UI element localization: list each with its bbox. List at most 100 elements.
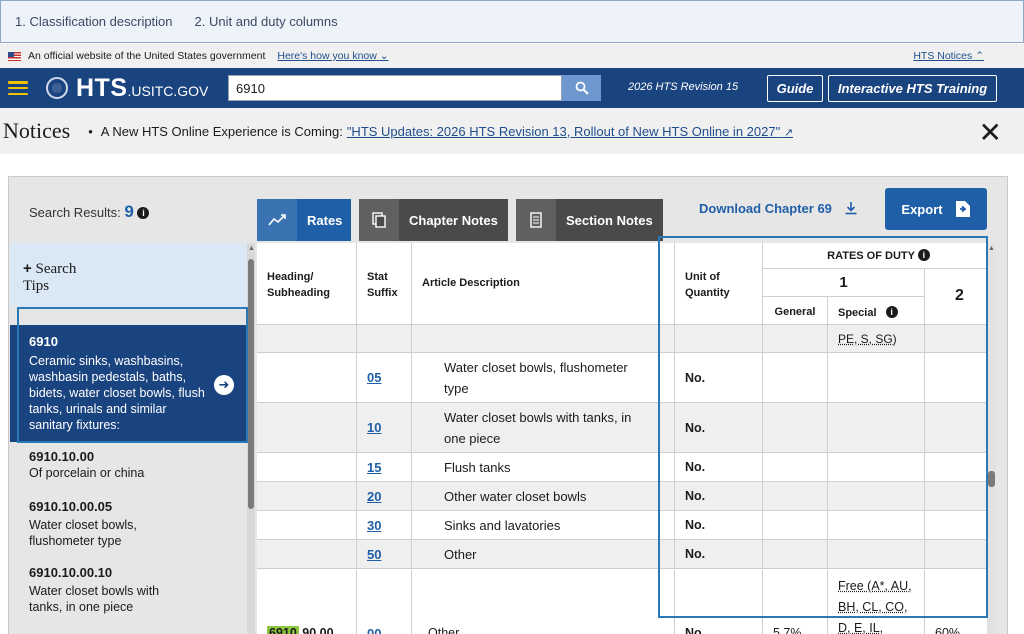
special-rate-cell	[828, 403, 925, 453]
gov-banner: An official website of the United States…	[0, 44, 1024, 68]
unit-cell: No.	[675, 353, 763, 403]
col2-rate-cell	[925, 353, 995, 403]
plus-icon: +	[23, 260, 32, 277]
copy-document-icon	[359, 199, 399, 241]
stat-suffix-link[interactable]: 10	[367, 420, 381, 435]
hts-revision: 2026 HTS Revision 15	[628, 81, 739, 93]
article-cell: Other	[412, 570, 675, 634]
article-cell: Water closet bowls with tanks, in one pi…	[412, 403, 675, 453]
heres-how-you-know-link[interactable]: Here's how you know ⌄	[277, 50, 388, 62]
tab-chapter-notes[interactable]: Chapter Notes	[359, 199, 508, 241]
col-header-1: 1	[763, 269, 925, 297]
article-description: Sinks and lavatories	[444, 517, 561, 533]
search-results-count: Search Results: 9 i	[29, 202, 150, 222]
results-panel: Search Results: 9 i Rates Chapter Notes …	[8, 176, 1008, 634]
table-scrollbar[interactable]: ▲	[987, 243, 996, 634]
chevron-up-icon: ⌃	[975, 50, 984, 62]
info-icon[interactable]: i	[137, 207, 150, 219]
special-rate-cell	[828, 353, 925, 403]
special-rate-cell	[828, 511, 925, 540]
article-cell: Flush tanks	[412, 453, 675, 482]
col-header-general: General	[763, 297, 828, 325]
annotation-tab-2[interactable]: 2. Unit and duty columns	[195, 14, 338, 29]
col-header-article: Article Description	[412, 243, 675, 325]
close-icon[interactable]: ✕	[979, 116, 1002, 149]
sidebar-item-6910-10-00[interactable]: 6910.10.00 Of porcelain or china	[10, 449, 247, 481]
special-rate-partial: PE, S, SG)	[828, 325, 925, 353]
heading-cell	[257, 540, 357, 569]
tab-section-notes[interactable]: Section Notes	[516, 199, 663, 241]
info-icon[interactable]: i	[917, 249, 930, 261]
interactive-training-button[interactable]: Interactive HTS Training	[828, 75, 997, 102]
stat-suffix-link[interactable]: 00	[367, 626, 381, 634]
col-header-rates: RATES OF DUTY i	[763, 243, 995, 269]
heading-cell-6910-90-00: 6910.90.00	[257, 570, 357, 634]
stat-suffix-link[interactable]: 05	[367, 370, 381, 385]
stat-suffix-link[interactable]: 30	[367, 518, 381, 533]
stat-suffix-link[interactable]: 20	[367, 489, 381, 504]
chevron-down-icon: ⌄	[379, 50, 389, 62]
general-rate-cell	[763, 453, 828, 482]
tab-chapter-notes-label: Chapter Notes	[409, 212, 498, 228]
sidebar-scrollbar[interactable]: ▲	[247, 243, 255, 634]
stat-suffix-link[interactable]: 50	[367, 547, 381, 562]
special-rate-cell: Free (A*, AU, BH, CL, CO, D, E, IL,	[828, 570, 925, 634]
stat-suffix-link[interactable]: 15	[367, 460, 381, 475]
guide-button[interactable]: Guide	[767, 75, 823, 102]
notices-message: A New HTS Online Experience is Coming:	[100, 123, 343, 139]
heading-cell	[257, 511, 357, 540]
notices-title: Notices	[3, 118, 71, 143]
notices-link[interactable]: "HTS Updates: 2026 HTS Revision 13, Roll…	[347, 124, 793, 139]
site-logo[interactable]: HTS.USITC.GOV	[76, 74, 208, 103]
heading-cell	[257, 482, 357, 511]
general-rate-cell	[763, 511, 828, 540]
col2-rate-cell	[925, 511, 995, 540]
unit-cell: No.	[675, 570, 763, 634]
col-header-2: 2	[925, 269, 995, 325]
download-icon	[845, 202, 857, 215]
general-rate-cell: 5.7%	[763, 570, 828, 634]
sidebar-item-desc: Water closet bowls, flushometer type	[29, 518, 137, 548]
tab-section-notes-label: Section Notes	[566, 212, 653, 228]
stat-cell: 10	[357, 403, 412, 453]
info-icon[interactable]: i	[885, 306, 898, 318]
article-cell: Other	[412, 540, 675, 569]
article-description: Other	[444, 546, 477, 562]
search-input[interactable]: 6910	[228, 75, 562, 101]
search-button[interactable]	[562, 75, 601, 101]
search-tips-toggle[interactable]: + Search Tips	[10, 243, 247, 307]
col2-rate-cell	[925, 540, 995, 569]
col-header-heading: Heading/ Subheading	[257, 243, 357, 325]
annotation-tabs: 1. Classification description 2. Unit an…	[0, 0, 1024, 43]
stat-cell: 15	[357, 453, 412, 482]
general-rate-cell	[763, 353, 828, 403]
export-button[interactable]: Export	[885, 188, 987, 230]
export-file-icon	[955, 201, 970, 217]
arrow-right-icon[interactable]: ➜	[214, 375, 234, 395]
trend-chart-icon	[257, 199, 297, 241]
article-cell: Water closet bowls, flushometer type	[412, 353, 675, 403]
unit-cell: No.	[675, 453, 763, 482]
col-header-unit: Unit of Quantity	[675, 243, 763, 325]
col2-rate-cell	[925, 482, 995, 511]
special-rate-cell	[828, 540, 925, 569]
download-chapter-link[interactable]: Download Chapter 69	[699, 201, 858, 216]
special-rate-cell	[828, 453, 925, 482]
sidebar-item-desc: Water closet bowls with tanks, in one pi…	[29, 584, 160, 614]
classification-sidebar: + Search Tips 6910 Ceramic sinks, washbas…	[10, 243, 247, 634]
sidebar-item-6910-10-00-05[interactable]: 6910.10.00.05 Water closet bowls, flusho…	[10, 499, 247, 549]
sidebar-item-6910-10-00-10[interactable]: 6910.10.00.10 Water closet bowls with ta…	[10, 565, 247, 615]
annotation-tab-1[interactable]: 1. Classification description	[15, 14, 173, 29]
col2-rate-cell: 60%	[925, 570, 995, 634]
sidebar-item-code: 6910.10.00.10	[29, 565, 113, 580]
general-rate-cell	[763, 403, 828, 453]
menu-icon[interactable]	[8, 81, 28, 95]
hts-notices-link[interactable]: HTS Notices ⌃	[913, 50, 984, 62]
general-rate-cell	[763, 482, 828, 511]
sidebar-item-code: 6910	[29, 334, 58, 349]
article-description: Flush tanks	[444, 459, 511, 475]
tab-rates[interactable]: Rates	[257, 199, 351, 241]
sidebar-item-6910[interactable]: 6910 Ceramic sinks, washbasins, washbasi…	[10, 325, 247, 442]
external-link-icon: ↗	[783, 126, 794, 139]
search-icon	[575, 81, 589, 95]
